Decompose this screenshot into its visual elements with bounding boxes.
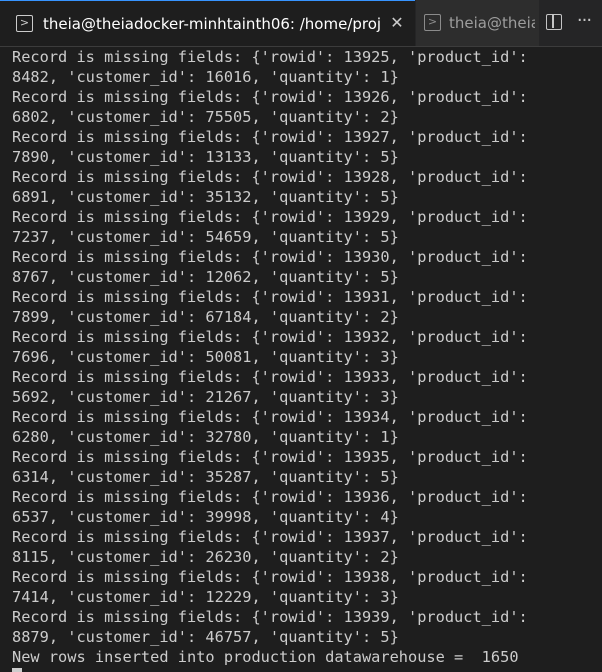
terminal-line: Record is missing fields: {'rowid': 1393… bbox=[12, 328, 528, 346]
terminal-line: 7899, 'customer_id': 67184, 'quantity': … bbox=[12, 308, 399, 326]
tab-terminal-active[interactable]: > theia@theiadocker-minhtainth06: /home/… bbox=[0, 0, 415, 46]
terminal-line: 8115, 'customer_id': 26230, 'quantity': … bbox=[12, 548, 399, 566]
terminal-line: Record is missing fields: {'rowid': 1392… bbox=[12, 88, 528, 106]
terminal-line: Record is missing fields: {'rowid': 1393… bbox=[12, 288, 528, 306]
terminal-line: 6314, 'customer_id': 35287, 'quantity': … bbox=[12, 468, 399, 486]
terminal-line: 8482, 'customer_id': 16016, 'quantity': … bbox=[12, 68, 399, 86]
terminal-line: 8767, 'customer_id': 12062, 'quantity': … bbox=[12, 268, 399, 286]
terminal-line: New rows inserted into production datawa… bbox=[12, 648, 519, 666]
terminal-line: Record is missing fields: {'rowid': 1392… bbox=[12, 128, 528, 146]
terminal-line: 8879, 'customer_id': 46757, 'quantity': … bbox=[12, 628, 399, 646]
terminal-line: Record is missing fields: {'rowid': 1392… bbox=[12, 168, 528, 186]
split-editor-icon[interactable] bbox=[546, 14, 562, 30]
terminal-line: Record is missing fields: {'rowid': 1393… bbox=[12, 528, 528, 546]
terminal-line: Record is missing fields: {'rowid': 1393… bbox=[12, 408, 528, 426]
terminal-line: Record is missing fields: {'rowid': 1393… bbox=[12, 608, 528, 626]
terminal-icon: > bbox=[424, 14, 441, 31]
terminal-icon: > bbox=[16, 15, 33, 32]
tab-label: theia@theiadocker-minhtainth06: /home/pr… bbox=[449, 14, 535, 32]
terminal-line: Record is missing fields: {'rowid': 1393… bbox=[12, 568, 528, 586]
tab-label: theia@theiadocker-minhtainth06: /home/pr… bbox=[43, 15, 380, 33]
terminal-output[interactable]: Record is missing fields: {'rowid': 1392… bbox=[0, 46, 602, 672]
terminal-line: 6537, 'customer_id': 39998, 'quantity': … bbox=[12, 508, 399, 526]
terminal-line: 7890, 'customer_id': 13133, 'quantity': … bbox=[12, 148, 399, 166]
tab-bar: > theia@theiadocker-minhtainth06: /home/… bbox=[0, 0, 602, 47]
close-icon[interactable]: ✕ bbox=[387, 13, 407, 33]
cursor bbox=[12, 668, 22, 672]
terminal-line: 7237, 'customer_id': 54659, 'quantity': … bbox=[12, 228, 399, 246]
more-actions-icon[interactable]: ··· bbox=[574, 11, 594, 31]
terminal-line: 7414, 'customer_id': 12229, 'quantity': … bbox=[12, 588, 399, 606]
terminal-line: Record is missing fields: {'rowid': 1393… bbox=[12, 488, 528, 506]
terminal-line: Record is missing fields: {'rowid': 1393… bbox=[12, 448, 528, 466]
terminal-prompt-line bbox=[12, 667, 602, 672]
terminal-line: 6891, 'customer_id': 35132, 'quantity': … bbox=[12, 188, 399, 206]
terminal-line: Record is missing fields: {'rowid': 1392… bbox=[12, 48, 528, 66]
terminal-line: Record is missing fields: {'rowid': 1393… bbox=[12, 248, 528, 266]
terminal-line: 6280, 'customer_id': 32780, 'quantity': … bbox=[12, 428, 399, 446]
terminal-line: Record is missing fields: {'rowid': 1392… bbox=[12, 208, 528, 226]
tab-terminal-inactive[interactable]: > theia@theiadocker-minhtainth06: /home/… bbox=[416, 0, 540, 46]
terminal-line: 6802, 'customer_id': 75505, 'quantity': … bbox=[12, 108, 399, 126]
terminal-line: Record is missing fields: {'rowid': 1393… bbox=[12, 368, 528, 386]
terminal-line: 5692, 'customer_id': 21267, 'quantity': … bbox=[12, 388, 399, 406]
terminal-line: 7696, 'customer_id': 50081, 'quantity': … bbox=[12, 348, 399, 366]
